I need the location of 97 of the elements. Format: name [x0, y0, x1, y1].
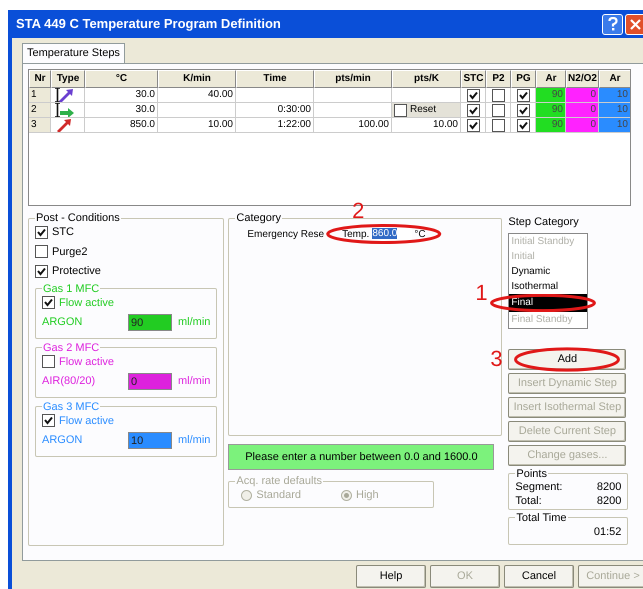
group-title: Category: [235, 212, 282, 224]
gas-flow-cell: 10: [599, 88, 630, 103]
reset-checkbox[interactable]: Reset: [392, 103, 461, 118]
row-number: 3: [29, 118, 51, 133]
tab[interactable]: Temperature Steps: [22, 43, 125, 63]
flow-field[interactable]: 0: [128, 373, 172, 390]
table-cell: 0:30:00: [236, 103, 314, 118]
gas-name: ARGON: [42, 315, 84, 330]
temp-label: Temp.: [342, 228, 370, 242]
table-cell: 30.0: [85, 88, 158, 103]
group-title: Gas 2 MFC: [42, 342, 100, 354]
checkbox[interactable]: [492, 88, 504, 102]
checkbox[interactable]: [42, 414, 55, 428]
gas-flow-cell: 0: [566, 118, 599, 133]
checkbox-label: Flow active: [59, 414, 114, 428]
table-cell: 40.00: [158, 88, 236, 103]
column-header: P2: [486, 70, 511, 88]
table-cell: 100.00: [314, 118, 392, 133]
column-header: Nr: [29, 70, 51, 88]
flow-field[interactable]: 10: [128, 432, 172, 449]
points-label: Total:: [515, 494, 542, 508]
window-title: STA 449 C Temperature Program Definition: [16, 15, 281, 34]
checkbox-label: Flow active: [59, 296, 114, 310]
group-title: Gas 3 MFC: [42, 400, 100, 412]
ramp-arrow-icon: [53, 88, 75, 102]
checkbox-label: Protective: [52, 264, 101, 279]
column-header: pts/min: [314, 70, 392, 88]
column-header: Time: [236, 70, 314, 88]
column-header: Ar: [536, 70, 566, 88]
validation-message: Please enter a number between 0.0 and 1600.0: [228, 444, 494, 470]
column-header: Type: [51, 70, 85, 88]
checkbox[interactable]: [35, 226, 48, 239]
checkbox-label: STC: [52, 225, 74, 240]
annotation-number: 3: [490, 348, 503, 370]
checkbox[interactable]: [42, 296, 55, 310]
gas-name: ARGON: [42, 433, 84, 448]
group-title: Points: [515, 468, 548, 480]
row-number: 1: [29, 88, 51, 103]
unit-label: °C: [414, 228, 426, 242]
group-title: Total Time: [515, 512, 568, 524]
checkbox[interactable]: [516, 88, 530, 102]
table-cell: 1:22:00: [236, 118, 314, 133]
checkbox[interactable]: [492, 104, 504, 116]
column-header: N2/O2: [566, 70, 599, 88]
points-value: 8200: [596, 480, 622, 494]
gas-flow-cell: 10: [599, 103, 630, 118]
gas-flow-cell: 90: [536, 103, 566, 118]
points-value: 8200: [596, 494, 622, 508]
hold-arrow-icon: [53, 103, 75, 117]
gas-flow-cell: 10: [599, 118, 630, 133]
unit-label: ml/min: [178, 374, 210, 390]
checkbox[interactable]: [516, 104, 530, 116]
table-cell: 30.0: [85, 103, 158, 118]
list-item[interactable]: Isothermal: [509, 278, 588, 294]
category-label: Emergency Rese: [247, 228, 324, 242]
checkbox[interactable]: [466, 104, 480, 116]
list-item[interactable]: Dynamic: [509, 264, 588, 278]
points-label: Segment:: [515, 480, 562, 494]
total-time-value: 01:52: [592, 524, 622, 540]
gas-flow-cell: 0: [566, 88, 599, 103]
unit-label: ml/min: [178, 433, 210, 448]
checkbox[interactable]: [394, 104, 407, 116]
button[interactable]: Cancel: [504, 565, 574, 588]
column-header: Ar: [599, 70, 630, 88]
checkbox[interactable]: [42, 355, 55, 368]
checkbox[interactable]: [466, 88, 480, 102]
checkbox-label: Flow active: [59, 354, 114, 370]
checkbox[interactable]: [492, 118, 504, 132]
checkbox[interactable]: [35, 264, 48, 278]
checkbox-label: Purge2: [52, 244, 88, 260]
button[interactable]: Help: [356, 565, 426, 588]
checkbox[interactable]: [466, 118, 480, 132]
gas-name: AIR(80/20): [42, 374, 96, 390]
table-cell: 850.0: [85, 118, 158, 133]
group-title: Acq. rate defaults: [235, 475, 323, 487]
unit-label: ml/min: [178, 315, 210, 330]
annotation-number: 1: [475, 282, 488, 304]
column-header: °C: [85, 70, 158, 88]
gas-flow-cell: 90: [536, 88, 566, 103]
flow-field[interactable]: 90: [128, 314, 172, 331]
step-category-label: Step Category: [508, 215, 580, 230]
gas-flow-cell: 90: [536, 118, 566, 133]
help-icon[interactable]: [602, 14, 623, 34]
column-header: STC: [461, 70, 486, 88]
column-header: pts/K: [392, 70, 461, 88]
column-header: K/min: [158, 70, 236, 88]
row-number: 2: [29, 103, 51, 118]
close-icon[interactable]: [625, 14, 643, 34]
group-title: Gas 1 MFC: [42, 282, 100, 294]
group-title: Post - Conditions: [35, 212, 121, 224]
table-cell: 10.00: [392, 118, 461, 133]
checkbox[interactable]: [35, 245, 48, 258]
table-cell: 10.00: [158, 118, 236, 133]
gas-flow-cell: 0: [566, 103, 599, 118]
column-header: PG: [511, 70, 536, 88]
annotation-number: 2: [352, 200, 364, 222]
checkbox[interactable]: [516, 118, 530, 132]
